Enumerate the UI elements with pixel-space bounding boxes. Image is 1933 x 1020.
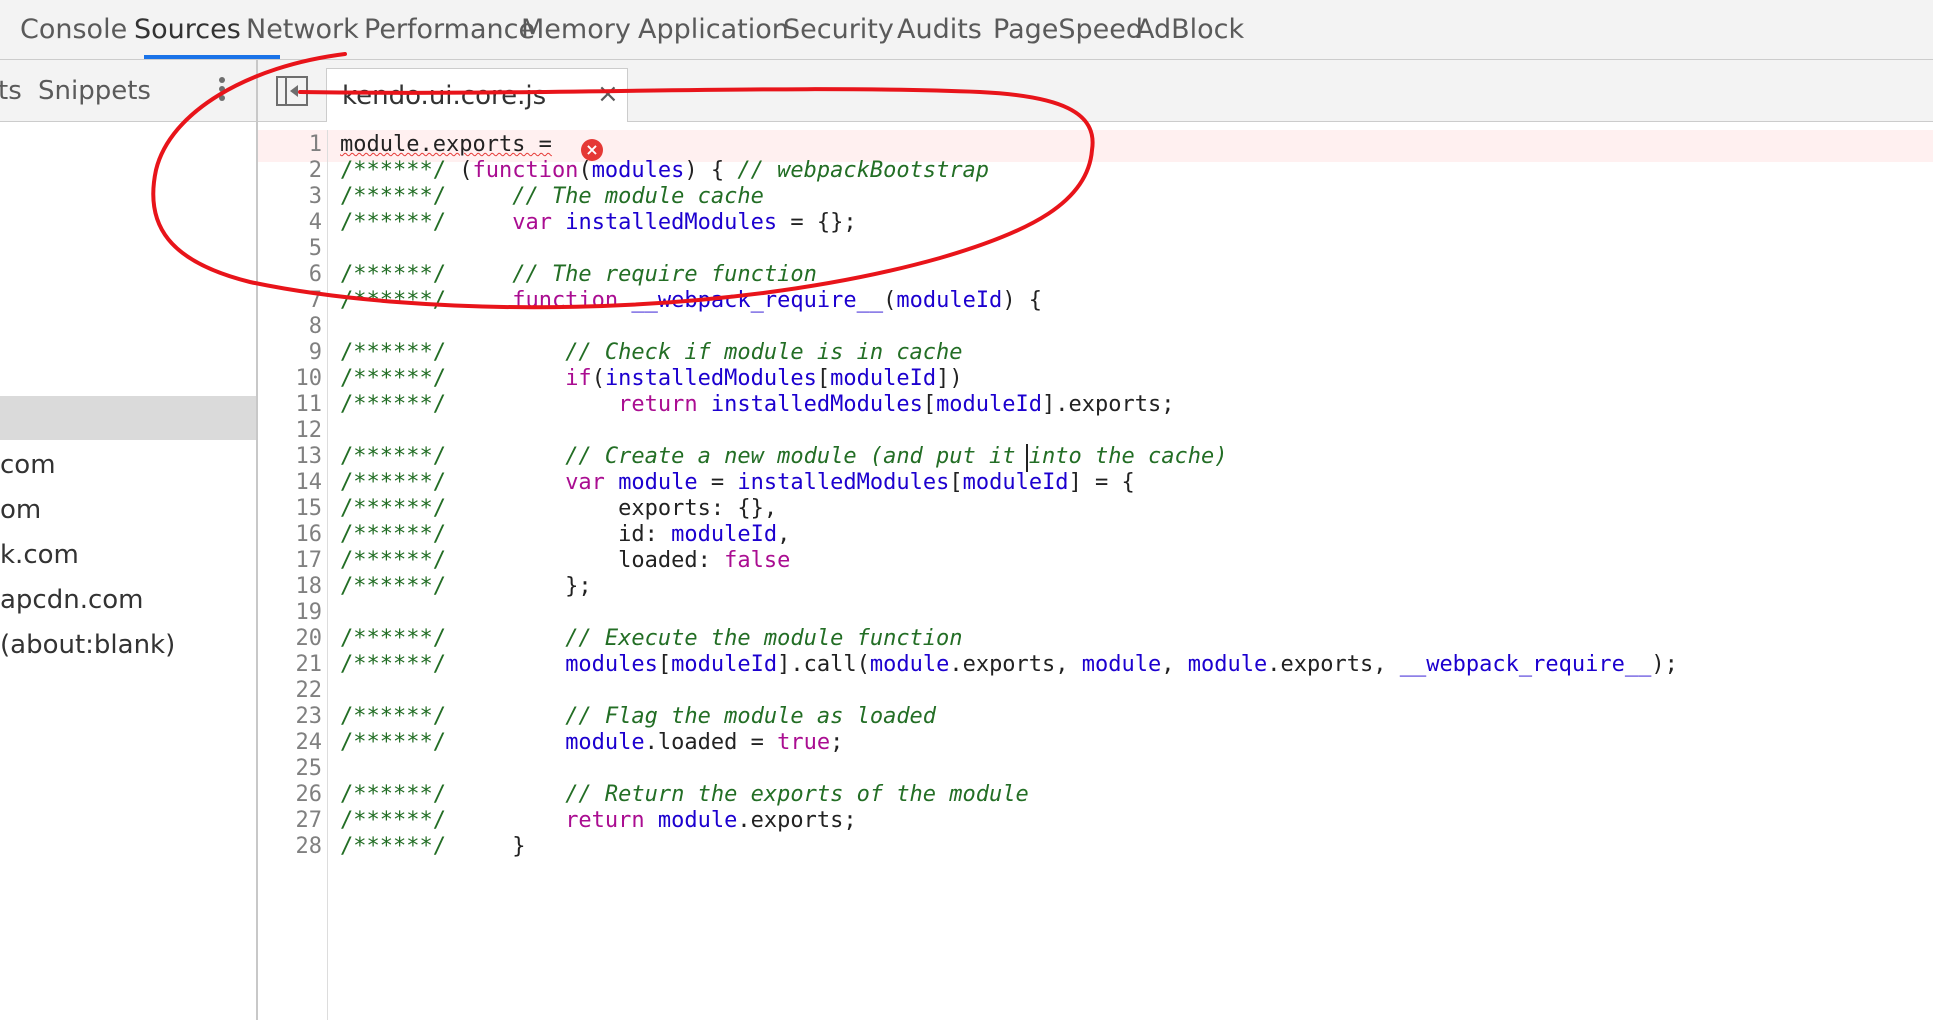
sidebar-item[interactable]: com (0, 450, 56, 480)
kebab-menu-icon[interactable] (212, 74, 232, 108)
sidebar-selected-row[interactable] (0, 396, 256, 440)
tab-application[interactable]: Application (638, 0, 789, 60)
code-line[interactable]: /******/ function __webpack_require__(mo… (340, 285, 1042, 317)
code-line[interactable]: /******/ modules[moduleId].call(module.e… (340, 649, 1678, 681)
file-tab-name[interactable]: kendo.ui.core.js (342, 81, 546, 111)
tab-audits[interactable]: Audits (897, 0, 982, 60)
close-icon[interactable]: × (597, 79, 619, 109)
tab-adblock[interactable]: AdBlock (1136, 0, 1244, 60)
sidebar-tab-partial[interactable]: ts (0, 76, 22, 106)
tab-network[interactable]: Network (246, 0, 359, 60)
navigator-sidebar: ts Snippets com om k.com apcdn.com (abou… (0, 60, 258, 1020)
error-icon[interactable]: × (581, 139, 603, 161)
devtools-toolbar: Console Sources Network Performance Memo… (0, 0, 1933, 60)
editor-tabbar: kendo.ui.core.js × (258, 60, 1933, 122)
line-number[interactable]: 28 (258, 831, 323, 863)
code-line[interactable]: /******/ return installedModules[moduleI… (340, 389, 1174, 421)
sidebar-item[interactable]: (about:blank) (0, 630, 175, 660)
tab-pagespeed[interactable]: PageSpeed (993, 0, 1143, 60)
toggle-navigator-icon[interactable] (276, 76, 308, 106)
code-line[interactable]: /******/ module.loaded = true; (340, 727, 843, 759)
code-line[interactable]: /******/ } (340, 831, 525, 863)
file-tab[interactable]: kendo.ui.core.js × (326, 68, 628, 122)
tab-console[interactable]: Console (20, 0, 127, 60)
code-line[interactable]: /******/ }; (340, 571, 592, 603)
tab-security[interactable]: Security (783, 0, 894, 60)
sidebar-tab-snippets[interactable]: Snippets (38, 76, 151, 106)
tab-memory[interactable]: Memory (521, 0, 631, 60)
tab-sources[interactable]: Sources (134, 0, 241, 60)
sidebar-item[interactable]: apcdn.com (0, 585, 144, 615)
active-tab-indicator (144, 55, 280, 59)
text-cursor (1026, 444, 1029, 472)
sidebar-item[interactable]: om (0, 495, 41, 525)
sidebar-item[interactable]: k.com (0, 540, 79, 570)
source-editor: kendo.ui.core.js × module.exports =/****… (258, 60, 1933, 1020)
sidebar-tabbar: ts Snippets (0, 60, 256, 122)
tab-performance[interactable]: Performance (364, 0, 535, 60)
code-line[interactable]: /******/ var installedModules = {}; (340, 207, 857, 239)
